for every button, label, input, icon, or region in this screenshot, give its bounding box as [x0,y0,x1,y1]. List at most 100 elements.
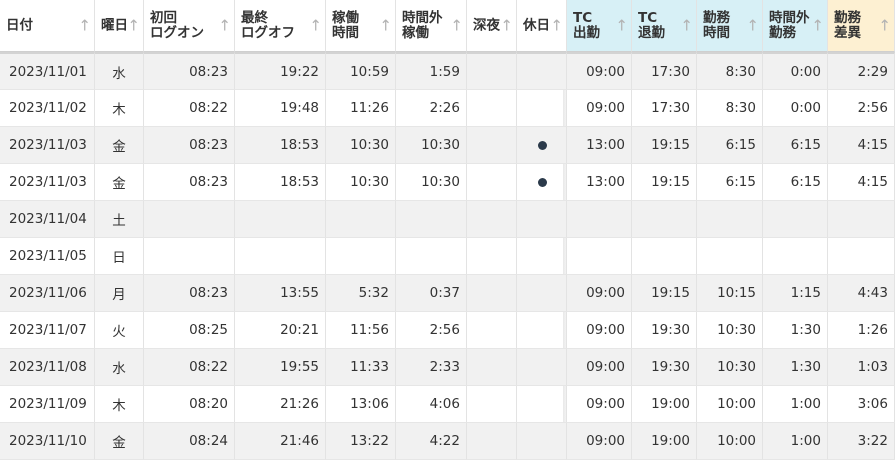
header-tc-in[interactable]: TC 出勤 ↑ [567,0,632,52]
sort-arrow-icon[interactable]: ↑ [379,18,392,33]
cell-value: 金 [112,176,126,192]
cell-value: 08:23 [189,137,228,153]
cell-value: 日 [112,250,126,266]
cell-value: 金 [112,139,126,155]
cell-overtime-work [396,238,467,275]
cell-overtime-work: 2:26 [396,90,467,127]
cell-tc-out: 17:30 [632,90,697,127]
table-row[interactable]: 2023/11/02 木 08:22 19:48 11:26 2:26 09:00 17:30… [0,90,895,127]
cell-weekday: 金 [95,127,144,164]
header-overtime-work[interactable]: 時間外 稼働 ↑ [396,0,467,52]
sort-arrow-icon[interactable]: ↑ [878,18,891,33]
sort-arrow-icon[interactable]: ↑ [550,18,563,33]
cell-value: 13:22 [350,433,389,449]
cell-tc-out [632,238,697,275]
cell-value: 木 [112,398,126,414]
cell-value: 19:30 [651,322,690,338]
sort-arrow-icon[interactable]: ↑ [218,18,231,33]
sort-arrow-icon[interactable]: ↑ [811,18,824,33]
cell-first-logon: 08:23 [144,52,235,90]
cell-value: 18:53 [280,137,319,153]
cell-weekday: 火 [95,312,144,349]
cell-value: 10:00 [717,433,756,449]
cell-value: 2:29 [857,63,888,80]
header-last-logoff[interactable]: 最終 ログオフ ↑ [235,0,326,52]
header-first-logon[interactable]: 初回 ログオン ↑ [144,0,235,52]
header-work-time[interactable]: 稼働 時間 ↑ [326,0,396,52]
cell-value: 19:00 [651,396,690,412]
cell-late-night [467,164,517,201]
sort-arrow-icon[interactable]: ↑ [746,18,759,33]
cell-last-logoff: 19:55 [235,349,326,386]
table-row[interactable]: 2023/11/03 金 08:23 18:53 10:30 10:30 13:00 19:1… [0,127,895,164]
header-label: 深夜 [473,17,500,33]
cell-weekday: 木 [95,386,144,423]
header-weekday[interactable]: 曜日 ↑ [95,0,144,52]
cell-duty-time: 10:15 [697,275,763,312]
cell-value: 10:30 [421,137,460,153]
cell-overtime-work: 0:37 [396,275,467,312]
cell-value: 1:00 [790,433,821,449]
cell-value: 09:00 [586,322,625,338]
cell-value: 09:00 [586,63,625,80]
table-row[interactable]: 2023/11/10 金 08:24 21:46 13:22 4:22 09:00 19:00… [0,423,895,460]
cell-tc-in: 09:00 [567,423,632,460]
cell-value: 1:26 [857,322,888,338]
cell-value: 19:00 [651,433,690,449]
cell-date: 2023/11/07 [0,312,95,349]
cell-tc-out: 19:00 [632,423,697,460]
cell-value: 6:15 [725,174,756,190]
cell-duty-diff: 3:22 [828,423,895,460]
cell-duty-time: 10:00 [697,423,763,460]
cell-value: 1:00 [790,396,821,412]
sort-arrow-icon[interactable]: ↑ [615,18,628,33]
table-row[interactable]: 2023/11/07 火 08:25 20:21 11:56 2:56 09:00 19:30… [0,312,895,349]
header-late-night[interactable]: 深夜 ↑ [467,0,517,52]
table-row[interactable]: 2023/11/06 月 08:23 13:55 5:32 0:37 09:00 19:15 1… [0,275,895,312]
cell-value: 18:53 [280,174,319,190]
table-row[interactable]: 2023/11/09 木 08:20 21:26 13:06 4:06 09:00 19:00… [0,386,895,423]
cell-first-logon [144,201,235,238]
sort-arrow-icon[interactable]: ↑ [500,18,513,33]
table-row[interactable]: 2023/11/01 水 08:23 19:22 10:59 1:59 09:00 17:30… [0,52,895,90]
header-duty-diff[interactable]: 勤務 差異 ↑ [828,0,895,52]
cell-overtime-work: 2:33 [396,349,467,386]
cell-weekday: 日 [95,238,144,275]
header-date[interactable]: 日付 ↑ [0,0,95,52]
cell-tc-out: 19:00 [632,386,697,423]
cell-tc-in: 09:00 [567,90,632,127]
cell-duty-time: 6:15 [697,127,763,164]
cell-weekday: 水 [95,349,144,386]
sort-arrow-icon[interactable]: ↑ [450,18,463,33]
cell-value: 10:59 [350,63,389,80]
cell-duty-diff: 2:29 [828,52,895,90]
header-tc-out[interactable]: TC 退勤 ↑ [632,0,697,52]
sort-arrow-icon[interactable]: ↑ [309,18,322,33]
cell-duty-diff: 1:03 [828,349,895,386]
cell-late-night [467,52,517,90]
cell-value: 10:30 [717,359,756,375]
header-overtime-duty[interactable]: 時間外 勤務 ↑ [763,0,828,52]
header-label: 時間外 勤務 [769,9,810,41]
cell-duty-time [697,238,763,275]
cell-overtime-duty: 1:30 [763,349,828,386]
sort-arrow-icon[interactable]: ↑ [78,18,91,33]
table-row[interactable]: 2023/11/05 日 [0,238,895,275]
cell-value: 08:22 [189,100,228,116]
table-row[interactable]: 2023/11/03 金 08:23 18:53 10:30 10:30 13:00 19:1… [0,164,895,201]
sort-arrow-icon[interactable]: ↑ [680,18,693,33]
cell-work-time [326,201,396,238]
sort-arrow-icon[interactable]: ↑ [127,18,140,33]
table-row[interactable]: 2023/11/08 水 08:22 19:55 11:33 2:33 09:00 19:30… [0,349,895,386]
table-row[interactable]: 2023/11/04 土 [0,201,895,238]
header-holiday[interactable]: 休日 ↑ [517,0,567,52]
cell-first-logon: 08:20 [144,386,235,423]
cell-tc-in: 13:00 [567,164,632,201]
cell-last-logoff: 18:53 [235,164,326,201]
cell-overtime-duty: 1:15 [763,275,828,312]
header-label: TC 出勤 [573,9,600,41]
cell-weekday: 木 [95,90,144,127]
header-duty-time[interactable]: 勤務 時間 ↑ [697,0,763,52]
cell-duty-diff: 1:26 [828,312,895,349]
cell-value: 0:00 [790,100,821,116]
